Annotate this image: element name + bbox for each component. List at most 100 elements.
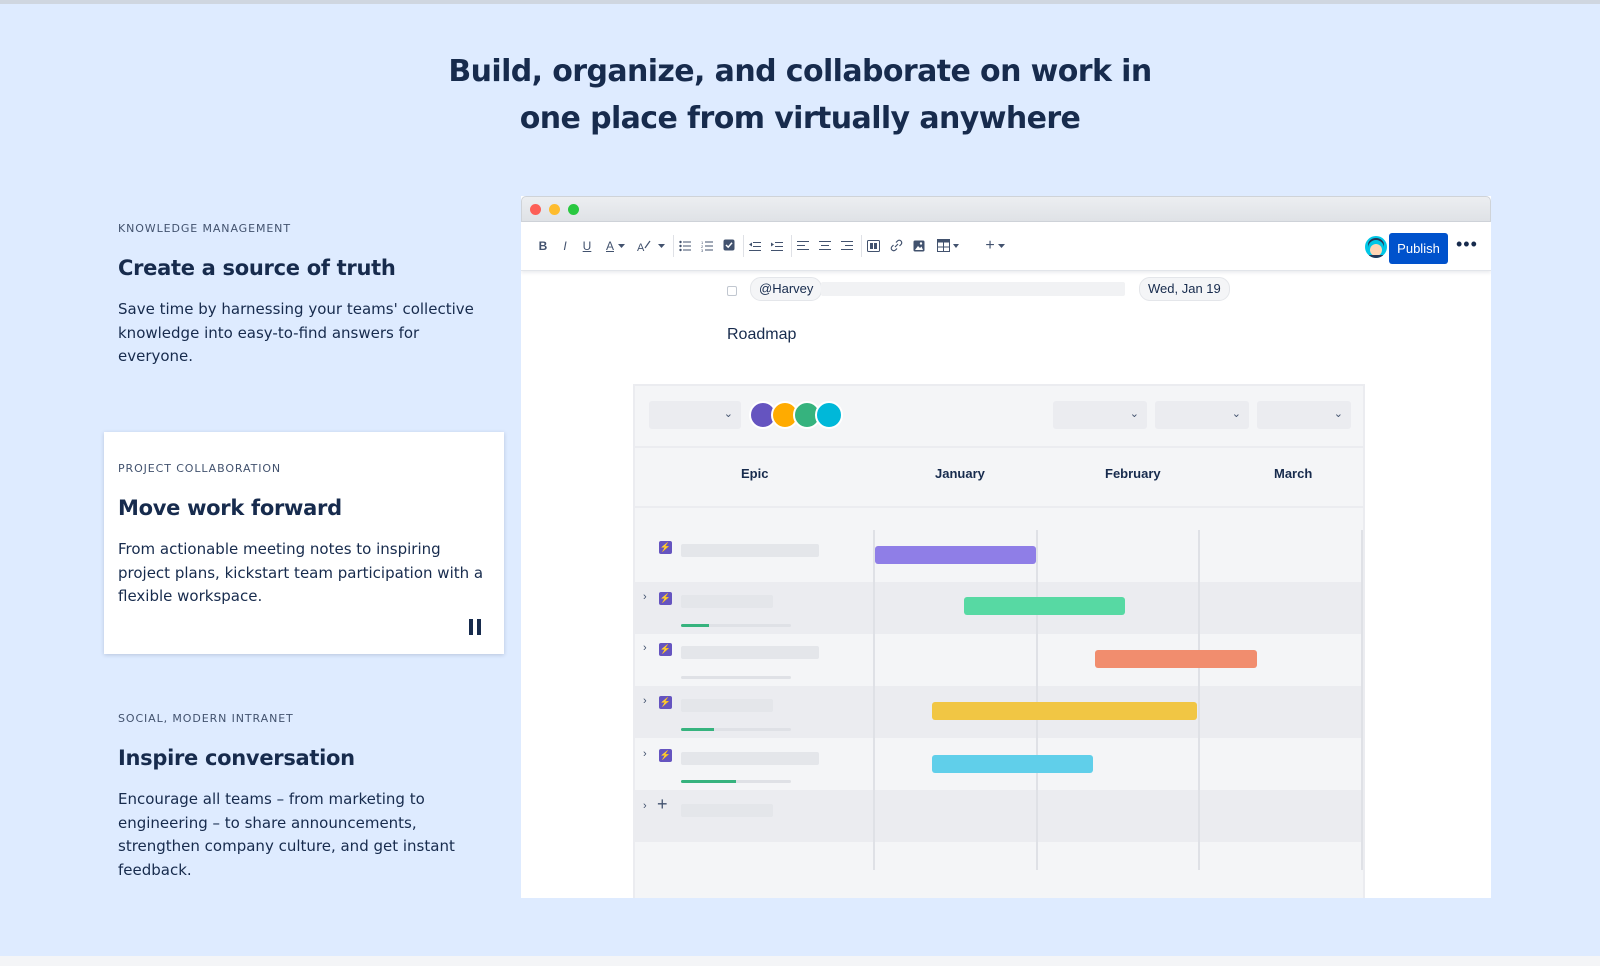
progress-bar [681,728,791,731]
italic-button[interactable]: I [559,236,571,256]
timeline-bar-green[interactable] [964,597,1125,615]
link-icon[interactable] [890,239,903,252]
chevron-right-icon[interactable]: › [643,800,647,812]
align-center-icon[interactable] [819,240,831,252]
epic-icon: ⚡ [659,541,672,554]
task-checkbox[interactable] [727,286,737,296]
chevron-right-icon[interactable]: › [643,642,647,654]
maximize-window-icon[interactable] [568,204,579,215]
publish-button[interactable]: Publish [1389,233,1448,264]
user-avatar[interactable] [1363,234,1389,260]
close-window-icon[interactable] [530,204,541,215]
chevron-down-icon: ⌄ [723,408,733,420]
pause-icon[interactable] [468,619,482,635]
feature-description: From actionable meeting notes to inspiri… [118,540,484,605]
chevron-down-icon[interactable] [618,244,625,249]
insert-button[interactable]: + [983,236,997,256]
task-checkbox-icon[interactable] [723,239,735,251]
feature-social-intranet[interactable]: SOCIAL, MODERN INTRANET Inspire conversa… [104,712,504,912]
timeline-bar-purple[interactable] [875,546,1036,564]
timeline-bar-blue[interactable] [932,755,1093,773]
feature-title: Move work forward [118,496,342,520]
progress-fill [681,780,736,783]
feature-eyebrow: PROJECT COLLABORATION [118,462,282,475]
column-header-february: February [1105,466,1161,481]
feature-eyebrow: KNOWLEDGE MANAGEMENT [118,222,291,235]
bold-button[interactable]: B [537,236,549,256]
toolbar-divider [743,235,744,257]
feature-project-collaboration[interactable]: PROJECT COLLABORATION Move work forward … [104,432,504,654]
layout-icon[interactable] [867,240,880,252]
timeline-gridline [1198,530,1200,870]
editor-toolbar: B I U A A 123 + Publish ••• [521,222,1491,271]
editor-content: @Harvey Wed, Jan 19 Roadmap ⌄ ⌄ ⌄ ⌄ Epic… [521,270,1491,898]
text-color-button[interactable]: A [603,236,617,256]
epic-name-placeholder [681,595,773,608]
timeline-bar-yellow[interactable] [932,702,1197,720]
timeline-gridline [1361,530,1363,870]
feature-title: Inspire conversation [118,746,355,770]
progress-bar [681,780,791,783]
minimize-window-icon[interactable] [549,204,560,215]
editor-window: B I U A A 123 + Publish ••• @Harvey Wed,… [521,196,1491,898]
feature-description: Encourage all teams – from marketing to … [118,790,455,879]
underline-button[interactable]: U [581,236,593,256]
svg-text:3: 3 [701,248,704,252]
filter-dropdown[interactable]: ⌄ [1155,401,1249,429]
section-headline: Build, organize, and collaborate on work… [0,48,1600,142]
image-icon[interactable] [913,240,925,252]
text-style-icon[interactable]: A [637,239,667,253]
column-header-january: January [935,466,985,481]
chevron-right-icon[interactable]: › [643,695,647,707]
epic-name-placeholder [681,752,819,765]
epic-icon: ⚡ [659,643,672,656]
svg-text:A: A [637,242,645,253]
column-header-march: March [1274,466,1313,481]
new-epic-placeholder[interactable] [681,804,773,817]
toolbar-divider [791,235,792,257]
table-icon[interactable] [937,239,961,252]
chevron-right-icon[interactable]: › [643,748,647,760]
filter-dropdown[interactable]: ⌄ [1053,401,1147,429]
team-avatar[interactable] [815,401,843,429]
mention-chip[interactable]: @Harvey [750,277,823,301]
add-epic-icon[interactable]: + [657,794,668,815]
chevron-down-icon: ⌄ [1231,408,1241,420]
chevron-down-icon: ⌄ [1333,408,1343,420]
avatar-face-icon [1368,238,1384,258]
chevron-down-icon: ⌄ [1129,408,1139,420]
align-left-icon[interactable] [797,240,809,252]
timeline-bar-red[interactable] [1095,650,1257,668]
window-titlebar [521,196,1491,222]
epic-name-placeholder [681,646,819,659]
roadmap-filter-bar: ⌄ ⌄ ⌄ ⌄ [635,386,1363,448]
header-divider [635,506,1363,508]
indent-icon[interactable] [771,240,783,252]
filter-dropdown[interactable]: ⌄ [649,401,741,429]
date-chip[interactable]: Wed, Jan 19 [1139,277,1230,301]
epic-name-placeholder [681,699,773,712]
chevron-down-icon[interactable] [998,244,1005,249]
bullet-list-icon[interactable] [679,240,691,252]
epic-name-placeholder [681,544,819,557]
timeline-gridline [873,530,875,870]
roadmap-heading: Roadmap [727,326,797,343]
filter-dropdown[interactable]: ⌄ [1257,401,1351,429]
headline-line-2: one place from virtually anywhere [519,101,1081,136]
toolbar-divider [673,235,674,257]
epic-icon: ⚡ [659,592,672,605]
progress-fill [681,728,714,731]
chevron-right-icon[interactable]: › [643,591,647,603]
epic-icon: ⚡ [659,749,672,762]
align-right-icon[interactable] [841,240,853,252]
timeline-gridline [1036,530,1038,870]
progress-bar [681,624,791,627]
feature-eyebrow: SOCIAL, MODERN INTRANET [118,712,294,725]
more-options-icon[interactable]: ••• [1456,234,1478,255]
column-header-epic: Epic [741,466,769,481]
outdent-icon[interactable] [749,240,761,252]
numbered-list-icon[interactable]: 123 [701,240,713,252]
epic-icon: ⚡ [659,696,672,709]
task-text-placeholder [821,282,1125,296]
feature-knowledge-management[interactable]: KNOWLEDGE MANAGEMENT Create a source of … [104,222,504,422]
